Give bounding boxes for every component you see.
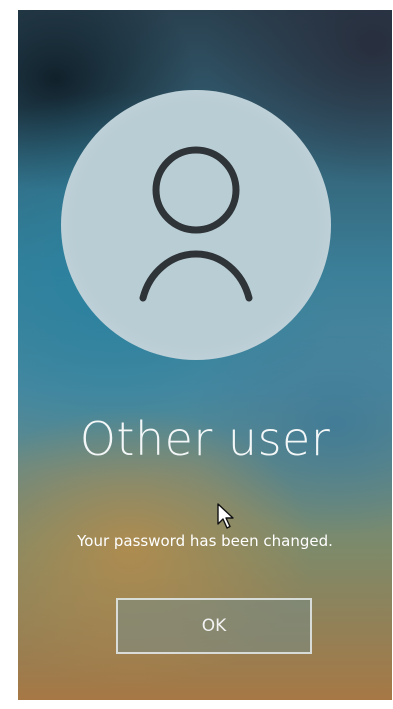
user-avatar <box>61 90 331 360</box>
lock-screen: Other user Your password has been change… <box>18 10 392 700</box>
user-silhouette-icon <box>139 146 253 302</box>
username-label: Other user <box>79 412 331 466</box>
mouse-pointer-icon <box>217 503 234 529</box>
ok-button[interactable]: OK <box>116 598 312 654</box>
status-message: Your password has been changed. <box>77 532 333 550</box>
